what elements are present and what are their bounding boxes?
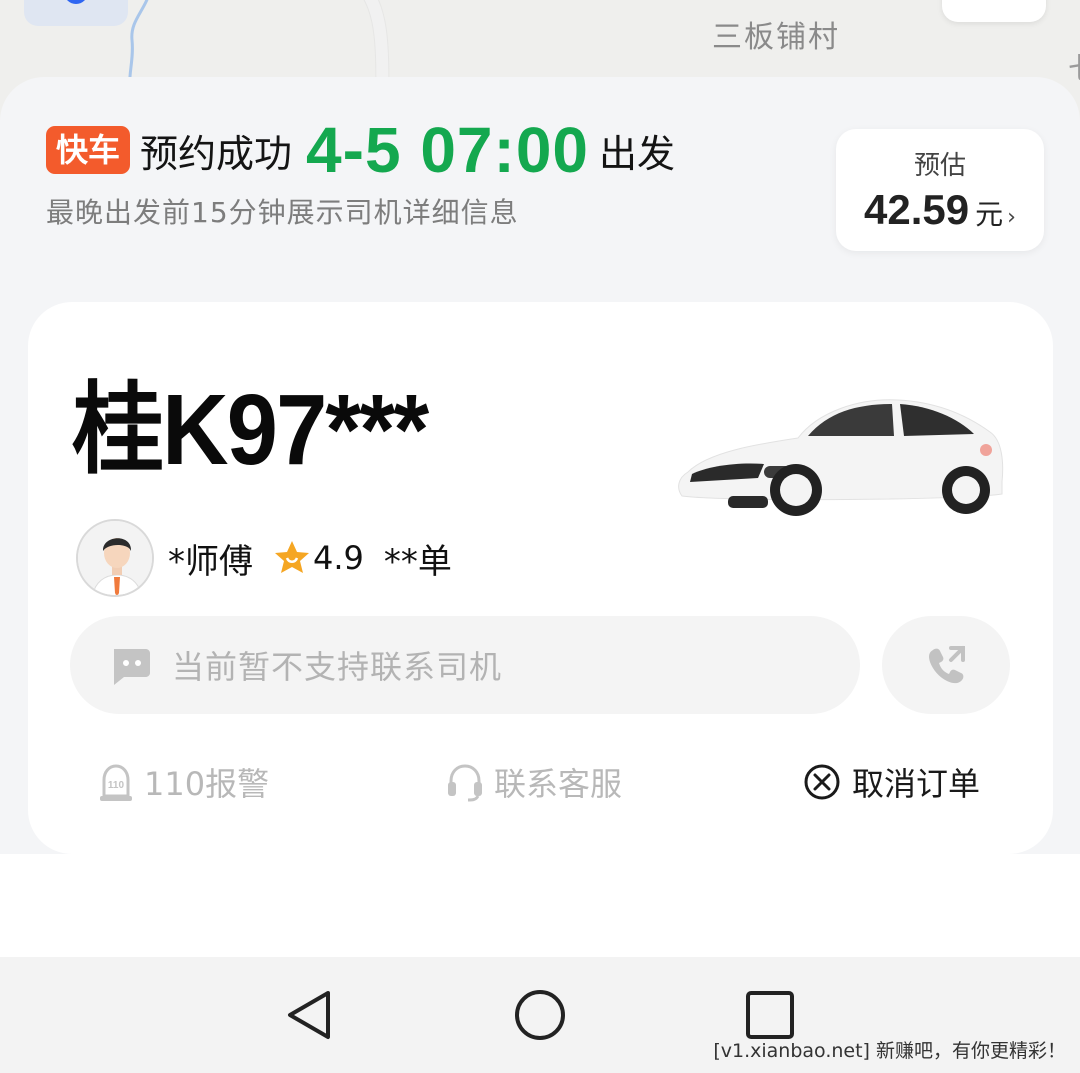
police-110-button[interactable]: 110 110报警 <box>98 742 269 822</box>
estimate-unit: 元 <box>975 198 1004 231</box>
chevron-right-icon: › <box>1007 205 1016 230</box>
locate-button[interactable] <box>24 0 128 26</box>
police-label: 110报警 <box>144 765 270 803</box>
home-circle-icon[interactable] <box>510 985 570 1045</box>
close-circle-icon <box>804 764 840 800</box>
rating-star-icon <box>275 541 309 573</box>
watermark-text: [v1.xianbao.net] 新赚吧，有你更精彩！ <box>713 1040 1066 1062</box>
message-input[interactable]: 当前暂不支持联系司机 <box>70 616 860 714</box>
order-sheet: 快车 预约成功 4-5 07:00 出发 最晚出发前15分钟展示司机详细信息 预… <box>0 77 1080 854</box>
car-image <box>678 399 1004 516</box>
driver-info-notice: 最晚出发前15分钟展示司机详细信息 <box>46 196 519 229</box>
phone-icon <box>929 646 965 684</box>
service-label: 联系客服 <box>494 765 623 803</box>
location-pin-icon <box>64 0 88 4</box>
police-siren-icon: 110 <box>100 764 132 801</box>
license-plate: 桂K97*** <box>72 374 429 486</box>
departure-suffix: 出发 <box>599 131 676 176</box>
message-placeholder: 当前暂不支持联系司机 <box>172 648 503 686</box>
service-type-badge: 快车 <box>46 126 131 174</box>
driver-orders: **单 <box>383 541 452 582</box>
svg-text:110: 110 <box>108 780 125 791</box>
driver-card: 桂K97*** *师傅 4.9 **单 当前暂不支持联系司机 110 110报警… <box>28 302 1053 854</box>
call-driver-button[interactable] <box>882 616 1010 714</box>
back-triangle-icon[interactable] <box>280 985 340 1045</box>
estimate-label: 预估 <box>913 151 966 181</box>
cancel-label: 取消订单 <box>852 765 981 803</box>
cancel-order-button[interactable]: 取消订单 <box>802 742 980 822</box>
customer-service-button[interactable]: 联系客服 <box>446 742 622 822</box>
booking-status: 预约成功 <box>140 131 293 176</box>
map-control-button[interactable] <box>942 0 1046 22</box>
departure-time: 4-5 07:00 <box>306 114 589 186</box>
estimate-amount: 42.59 <box>864 186 970 233</box>
driver-info-row: *师傅 4.9 **单 <box>76 518 452 598</box>
headset-icon <box>448 764 482 802</box>
map-edge-label: 七 <box>1068 44 1080 88</box>
driver-avatar[interactable] <box>76 519 154 597</box>
title-row: 快车 预约成功 4-5 07:00 出发 <box>46 114 816 186</box>
estimate-price: 42.59 元 › <box>836 186 1044 234</box>
chat-bubble-icon <box>114 649 150 685</box>
driver-name: *师傅 <box>168 541 253 582</box>
map-place-label: 三板铺村 <box>712 20 840 55</box>
fare-estimate-button[interactable]: 预估 42.59 元 › <box>836 129 1044 251</box>
order-header: 快车 预约成功 4-5 07:00 出发 最晚出发前15分钟展示司机详细信息 <box>46 114 816 231</box>
action-bar: 110 110报警 联系客服 取消订单 <box>28 742 1053 822</box>
driver-rating: 4.9 <box>313 539 364 577</box>
system-nav-bar: [v1.xianbao.net] 新赚吧，有你更精彩！ <box>0 957 1080 1073</box>
